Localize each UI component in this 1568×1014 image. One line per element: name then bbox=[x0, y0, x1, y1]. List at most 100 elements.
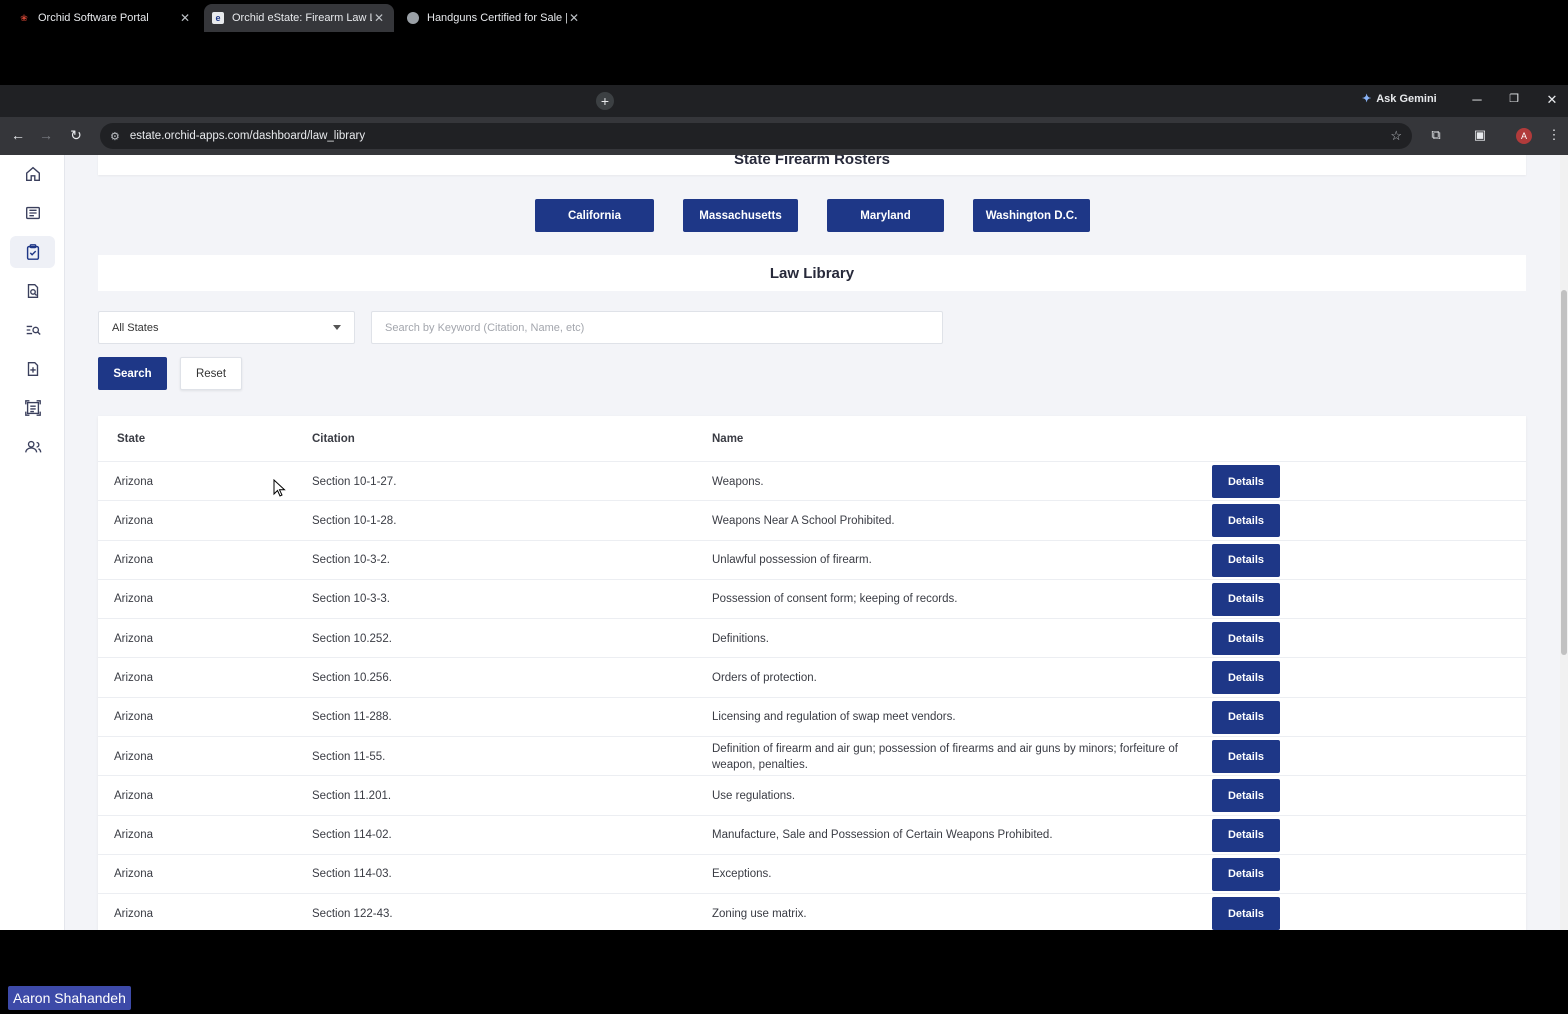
table-row: Arizona Section 114-03. Exceptions. Details bbox=[98, 853, 1526, 893]
cell-name: Orders of protection. bbox=[712, 671, 817, 684]
table-row: Arizona Section 11-288. Licensing and regu… bbox=[98, 696, 1526, 736]
state-select-value: All States bbox=[112, 321, 159, 334]
menu-kebab-icon[interactable]: ⋮ bbox=[1545, 127, 1563, 143]
file-add-icon bbox=[27, 362, 38, 376]
details-button[interactable]: Details bbox=[1212, 661, 1280, 695]
site-info-icon[interactable]: ⚙ bbox=[110, 130, 120, 143]
browser-tab-active[interactable]: e Orchid eState: Firearm Law Libr ✕ bbox=[204, 4, 394, 32]
cell-name: Weapons Near A School Prohibited. bbox=[712, 514, 895, 527]
cell-citation: Section 122-43. bbox=[312, 907, 393, 920]
clipboard-check-icon bbox=[26, 244, 39, 260]
cell-citation: Section 11-55. bbox=[312, 750, 386, 763]
table-row: Arizona Section 11.201. Use regulations. De… bbox=[98, 775, 1526, 814]
screen: ❀ Orchid Software Portal ✕ e Orchid eSta… bbox=[0, 0, 1568, 1014]
cell-citation: Section 10-3-2. bbox=[312, 554, 390, 567]
roster-button-california[interactable]: California bbox=[535, 199, 654, 232]
bookmark-star-icon[interactable]: ☆ bbox=[1390, 128, 1402, 144]
table-row: Arizona Section 122-43. Zoning use matrix.… bbox=[98, 893, 1526, 930]
forward-arrow-icon[interactable]: → bbox=[38, 127, 54, 143]
details-button[interactable]: Details bbox=[1212, 857, 1280, 891]
details-button[interactable]: Details bbox=[1212, 700, 1280, 734]
new-tab-button[interactable]: + bbox=[596, 92, 614, 110]
cell-state: Arizona bbox=[114, 593, 153, 606]
roster-button-massachusetts[interactable]: Massachusetts bbox=[683, 199, 798, 232]
ask-gemini-button[interactable]: ✦ Ask Gemini bbox=[1362, 92, 1437, 106]
cell-name: Definition of firearm and air gun; posse… bbox=[712, 742, 1178, 771]
restore-icon[interactable]: ❐ bbox=[1506, 92, 1522, 105]
chevron-down-icon bbox=[333, 325, 341, 330]
close-tab-icon[interactable]: ✕ bbox=[567, 11, 581, 25]
sidebar-item-reports[interactable] bbox=[10, 392, 55, 424]
cell-name: Exceptions. bbox=[712, 868, 772, 881]
table-row: Arizona Section 10-1-27. Weapons. Details bbox=[98, 461, 1526, 500]
app-sidebar bbox=[0, 155, 65, 930]
sidebar-item-law-library[interactable] bbox=[10, 236, 55, 268]
law-library-title: Law Library bbox=[769, 265, 855, 282]
keyword-search-input[interactable] bbox=[371, 311, 943, 344]
cell-state: Arizona bbox=[114, 789, 153, 802]
sidebar-item-document-search[interactable] bbox=[10, 275, 55, 307]
roster-button-washington-dc[interactable]: Washington D.C. bbox=[973, 199, 1090, 232]
column-header-state: State bbox=[117, 433, 146, 445]
orchid-estate-favicon-icon: e bbox=[212, 12, 224, 24]
sidebar-item-users[interactable] bbox=[10, 431, 55, 463]
reset-button[interactable]: Reset bbox=[180, 357, 242, 390]
back-arrow-icon[interactable]: ← bbox=[10, 127, 26, 143]
roster-button-maryland[interactable]: Maryland bbox=[827, 199, 944, 232]
home-icon bbox=[25, 166, 40, 181]
details-button[interactable]: Details bbox=[1212, 465, 1280, 498]
cell-name: Weapons. bbox=[712, 475, 764, 488]
report-icon bbox=[24, 400, 41, 416]
search-button[interactable]: Search bbox=[98, 357, 167, 390]
ask-gemini-label: Ask Gemini bbox=[1376, 92, 1437, 105]
cell-state: Arizona bbox=[114, 750, 153, 763]
details-button[interactable]: Details bbox=[1212, 543, 1280, 577]
details-button[interactable]: Details bbox=[1212, 897, 1280, 930]
cell-name: Use regulations. bbox=[712, 789, 796, 802]
details-button[interactable]: Details bbox=[1212, 622, 1280, 656]
cell-state: Arizona bbox=[114, 711, 153, 724]
newspaper-icon bbox=[25, 206, 40, 220]
cell-name: Zoning use matrix. bbox=[712, 907, 807, 920]
list-search-icon bbox=[26, 325, 41, 335]
table-row: Arizona Section 10.252. Definitions. Detail… bbox=[98, 618, 1526, 657]
roster-header-card: State Firearm Rosters bbox=[98, 155, 1526, 175]
globe-favicon-icon bbox=[407, 12, 419, 24]
minimize-icon[interactable]: ─ bbox=[1469, 92, 1485, 107]
cell-name: Manufacture, Sale and Possession of Cert… bbox=[712, 829, 1053, 842]
address-bar[interactable]: ⚙ estate.orchid-apps.com/dashboard/law_l… bbox=[100, 123, 1412, 149]
browser-tab[interactable]: Handguns Certified for Sale | St ✕ bbox=[399, 4, 589, 32]
cell-name: Unlawful possession of firearm. bbox=[712, 554, 872, 567]
table-row: Arizona Section 10.256. Orders of protecti… bbox=[98, 657, 1526, 696]
details-button[interactable]: Details bbox=[1212, 582, 1280, 616]
sidebar-item-new-document[interactable] bbox=[10, 353, 55, 385]
browser-tab[interactable]: ❀ Orchid Software Portal ✕ bbox=[10, 4, 200, 32]
table-body: Arizona Section 10-1-27. Weapons. Details Ar… bbox=[98, 461, 1526, 930]
cell-state: Arizona bbox=[114, 829, 153, 842]
cell-state: Arizona bbox=[114, 632, 153, 645]
details-button[interactable]: Details bbox=[1212, 504, 1280, 538]
cell-name: Licensing and regulation of swap meet ve… bbox=[712, 711, 956, 724]
reload-icon[interactable]: ↻ bbox=[68, 127, 84, 144]
url-text: estate.orchid-apps.com/dashboard/law_lib… bbox=[129, 130, 366, 142]
cell-state: Arizona bbox=[114, 907, 153, 920]
details-button[interactable]: Details bbox=[1212, 740, 1280, 774]
details-button[interactable]: Details bbox=[1212, 779, 1280, 813]
state-select[interactable]: All States bbox=[98, 311, 355, 344]
profile-avatar[interactable]: A bbox=[1516, 128, 1532, 144]
gemini-sparkle-icon: ✦ bbox=[1362, 93, 1372, 105]
side-panel-icon[interactable]: ▣ bbox=[1471, 127, 1489, 143]
sidebar-item-list-search[interactable] bbox=[10, 314, 55, 346]
close-tab-icon[interactable]: ✕ bbox=[372, 11, 386, 25]
mouse-cursor-icon bbox=[273, 479, 286, 497]
close-tab-icon[interactable]: ✕ bbox=[178, 11, 192, 25]
window-close-icon[interactable]: ✕ bbox=[1544, 92, 1560, 108]
sidebar-item-home[interactable] bbox=[10, 158, 55, 190]
users-icon bbox=[24, 440, 41, 453]
extensions-puzzle-icon[interactable]: ⧉ bbox=[1427, 127, 1445, 143]
details-button[interactable]: Details bbox=[1212, 818, 1280, 852]
cell-citation: Section 114-03. bbox=[312, 868, 392, 881]
sidebar-item-news[interactable] bbox=[10, 197, 55, 229]
cell-name: Definitions. bbox=[712, 632, 769, 645]
scrollbar-thumb[interactable] bbox=[1561, 290, 1567, 655]
